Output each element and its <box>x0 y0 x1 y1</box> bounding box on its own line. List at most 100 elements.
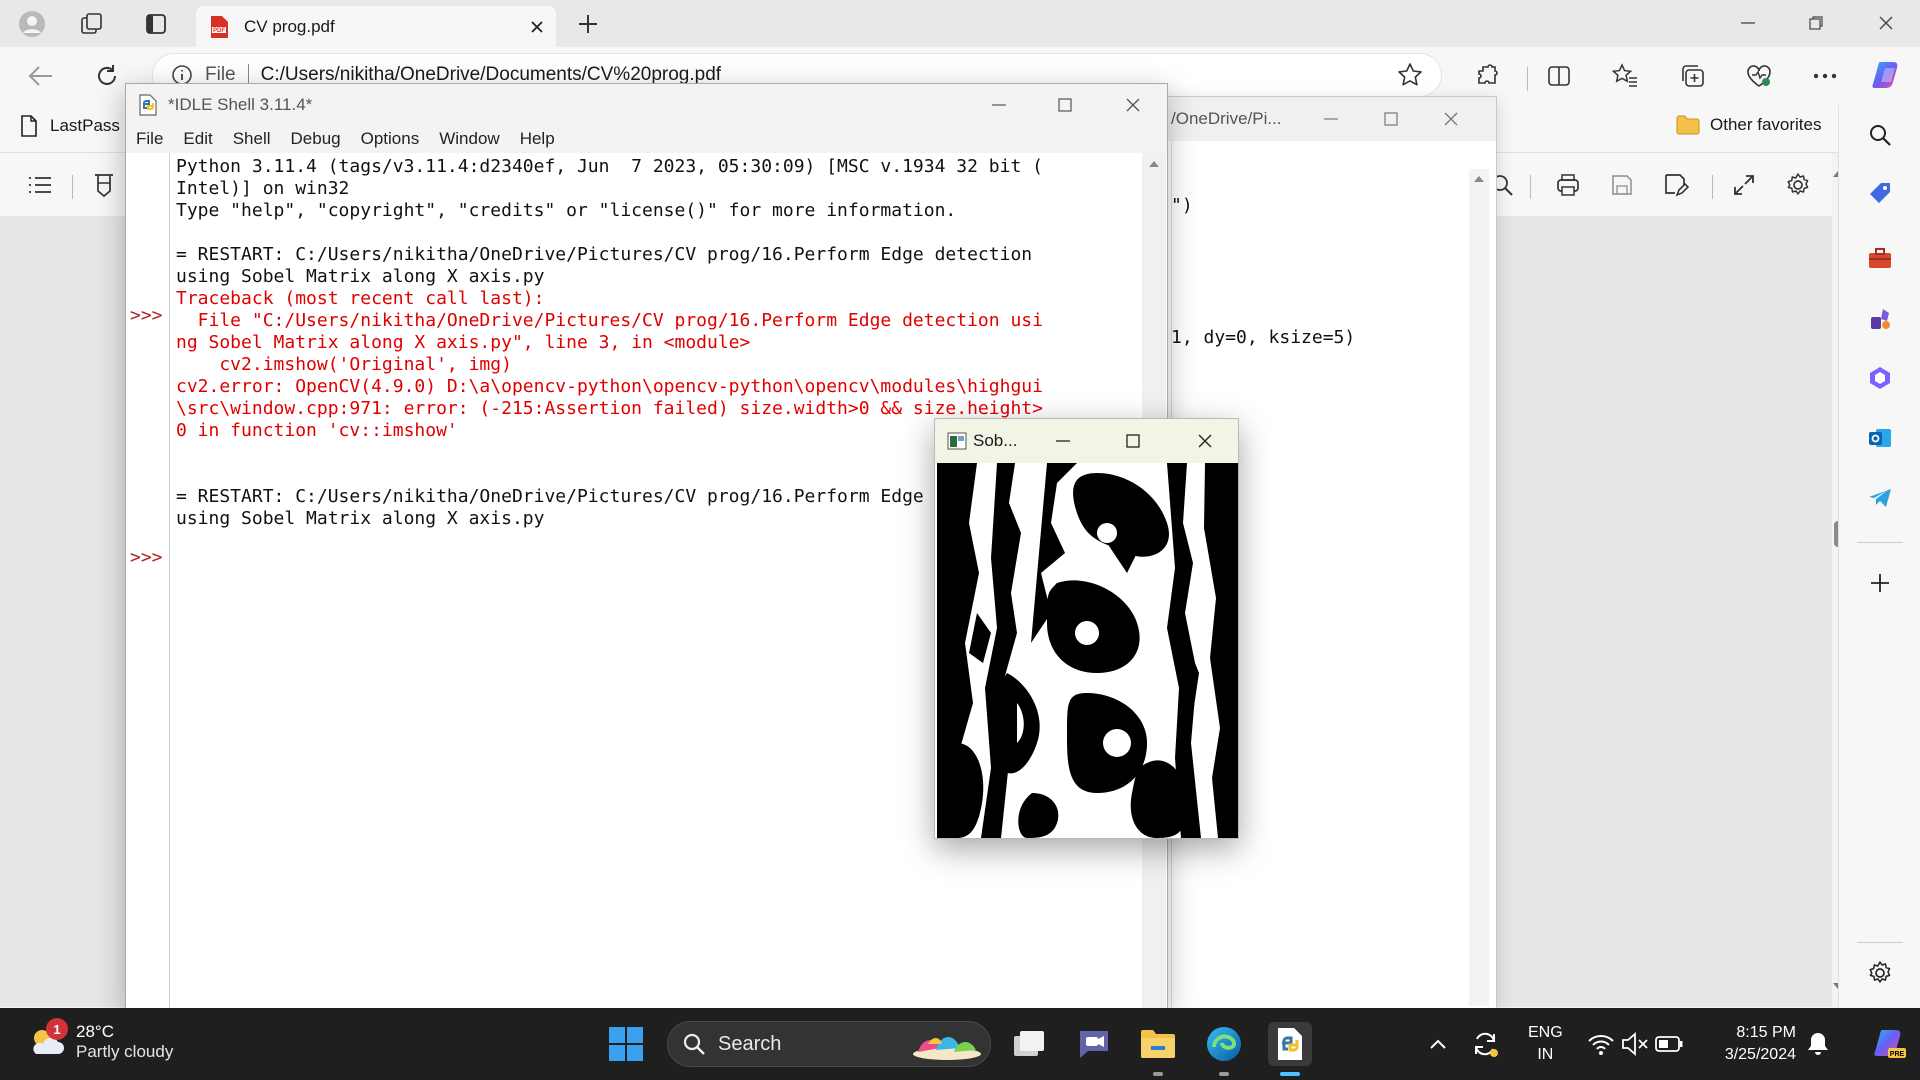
language-region: IN <box>1537 1046 1554 1063</box>
favorite-other[interactable]: Other favorites <box>1676 115 1822 135</box>
prompt-gutter: >>> >>> <box>126 153 170 1011</box>
toolbar-divider <box>72 175 73 199</box>
profile-icon[interactable] <box>18 10 46 38</box>
windows-start-icon[interactable] <box>604 1022 648 1066</box>
refresh-icon[interactable] <box>92 61 122 91</box>
tools-icon[interactable] <box>1863 241 1897 275</box>
copilot-icon[interactable] <box>1870 57 1906 93</box>
fullscreen-icon[interactable] <box>1728 169 1760 201</box>
settings-icon[interactable] <box>1782 169 1814 201</box>
wifi-icon[interactable] <box>1586 1030 1616 1058</box>
split-screen-icon[interactable] <box>1544 61 1574 91</box>
print-icon[interactable] <box>1552 169 1584 201</box>
favorite-lastpass[interactable]: LastPass <box>20 115 120 137</box>
editor-scrollbar[interactable] <box>1469 169 1489 1006</box>
language-code: ENG <box>1528 1024 1563 1041</box>
battery-icon[interactable] <box>1654 1030 1684 1058</box>
add-sidebar-icon[interactable] <box>1863 566 1897 600</box>
tab-actions-icon[interactable] <box>142 10 170 38</box>
sync-icon[interactable] <box>1468 1028 1502 1060</box>
clock-time: 8:15 PM <box>1736 1024 1796 1041</box>
editor-titlebar[interactable]: /OneDrive/Pi... <box>1131 97 1496 141</box>
idle-menubar: File Edit Shell Debug Options Window Hel… <box>126 125 1167 153</box>
contents-icon[interactable] <box>24 169 56 201</box>
favorites-icon[interactable] <box>1610 61 1640 91</box>
minimize-icon[interactable] <box>1728 8 1768 38</box>
editor-code-line: 1, dy=0, ksize=5) <box>1171 327 1356 348</box>
outlook-icon[interactable] <box>1863 421 1897 455</box>
restore-icon[interactable] <box>1796 8 1836 38</box>
sidebar-settings-icon[interactable] <box>1863 956 1897 990</box>
telegram-icon[interactable] <box>1863 481 1897 515</box>
taskbar-search[interactable]: Search <box>667 1021 991 1067</box>
shell-output-line <box>176 222 1144 244</box>
task-view-icon[interactable] <box>1008 1022 1052 1066</box>
copilot-preview-icon[interactable]: PRE <box>1870 1024 1910 1064</box>
search-icon <box>682 1032 706 1056</box>
idle-titlebar[interactable]: *IDLE Shell 3.11.4* <box>126 84 1167 125</box>
save-as-icon[interactable] <box>1660 169 1692 201</box>
python-idle-taskbar-icon[interactable] <box>1268 1022 1312 1066</box>
games-icon[interactable] <box>1863 301 1897 335</box>
weather-widget[interactable]: 1 28°C Partly cloudy <box>26 1018 173 1062</box>
minimize-icon[interactable] <box>1311 105 1351 133</box>
menu-file[interactable]: File <box>136 129 163 149</box>
sobel-image-window[interactable]: Sob... <box>934 418 1239 839</box>
browser-essentials-icon[interactable] <box>1744 61 1774 91</box>
shell-output-line: using Sobel Matrix along X axis.py <box>176 266 545 287</box>
editor-title: /OneDrive/Pi... <box>1171 109 1282 128</box>
menu-shell[interactable]: Shell <box>233 129 271 149</box>
close-icon[interactable] <box>1110 90 1156 120</box>
shell-prompt: >>> <box>130 305 163 326</box>
maximize-icon[interactable] <box>1371 105 1411 133</box>
tab-cv-prog[interactable]: PDF CV prog.pdf <box>196 6 556 47</box>
back-icon[interactable] <box>26 61 56 91</box>
teams-chat-icon[interactable] <box>1072 1022 1116 1066</box>
chevron-up-icon[interactable] <box>1424 1030 1452 1058</box>
new-tab-icon[interactable] <box>574 12 602 36</box>
workspaces-icon[interactable] <box>78 10 106 38</box>
taskbar: 1 28°C Partly cloudy Search ENG IN 8:15 … <box>0 1008 1920 1080</box>
clock[interactable]: 8:15 PM 3/25/2024 <box>1696 1022 1796 1066</box>
opencv-window-icon <box>947 432 967 450</box>
minimize-icon[interactable] <box>976 90 1022 120</box>
close-window-icon[interactable] <box>1866 8 1906 38</box>
save-icon[interactable] <box>1606 169 1638 201</box>
running-indicator <box>1153 1072 1163 1076</box>
sobel-titlebar[interactable]: Sob... <box>935 419 1238 463</box>
idle-title: *IDLE Shell 3.11.4* <box>168 94 313 114</box>
minimize-icon[interactable] <box>1043 427 1083 455</box>
file-explorer-icon[interactable] <box>1136 1022 1180 1066</box>
edge-icon[interactable] <box>1202 1022 1246 1066</box>
language-indicator[interactable]: ENG IN <box>1528 1022 1563 1066</box>
search-sidebar-icon[interactable] <box>1863 118 1897 152</box>
collections-icon[interactable] <box>1678 61 1708 91</box>
maximize-icon[interactable] <box>1113 427 1153 455</box>
shell-error-line: ng Sobel Matrix along X axis.py", line 3… <box>176 332 751 353</box>
more-icon[interactable] <box>1810 61 1840 91</box>
m365-icon[interactable] <box>1863 361 1897 395</box>
weather-badge: 1 <box>46 1018 68 1040</box>
shopping-tag-icon[interactable] <box>1863 176 1897 210</box>
shell-error-line: File "C:/Users/nikitha/OneDrive/Pictures… <box>176 310 1043 331</box>
draw-icon[interactable] <box>88 169 120 201</box>
menu-help[interactable]: Help <box>520 129 555 149</box>
star-icon[interactable] <box>1397 62 1423 88</box>
sobel-edge-image <box>937 463 1238 838</box>
close-icon[interactable] <box>1185 427 1225 455</box>
toolbar-divider <box>1712 175 1713 199</box>
clock-date: 3/25/2024 <box>1724 1046 1796 1063</box>
menu-edit[interactable]: Edit <box>183 129 212 149</box>
volume-muted-icon[interactable] <box>1620 1030 1650 1058</box>
menu-window[interactable]: Window <box>439 129 499 149</box>
editor-code-line: ") <box>1171 195 1193 216</box>
weather-temperature: 28°C <box>76 1022 114 1041</box>
menu-debug[interactable]: Debug <box>291 129 341 149</box>
sobel-title: Sob... <box>973 431 1018 450</box>
maximize-icon[interactable] <box>1042 90 1088 120</box>
menu-options[interactable]: Options <box>361 129 420 149</box>
close-tab-icon[interactable] <box>530 20 544 34</box>
close-icon[interactable] <box>1431 105 1471 133</box>
extensions-icon[interactable] <box>1473 61 1503 91</box>
notifications-icon[interactable] <box>1804 1030 1832 1058</box>
